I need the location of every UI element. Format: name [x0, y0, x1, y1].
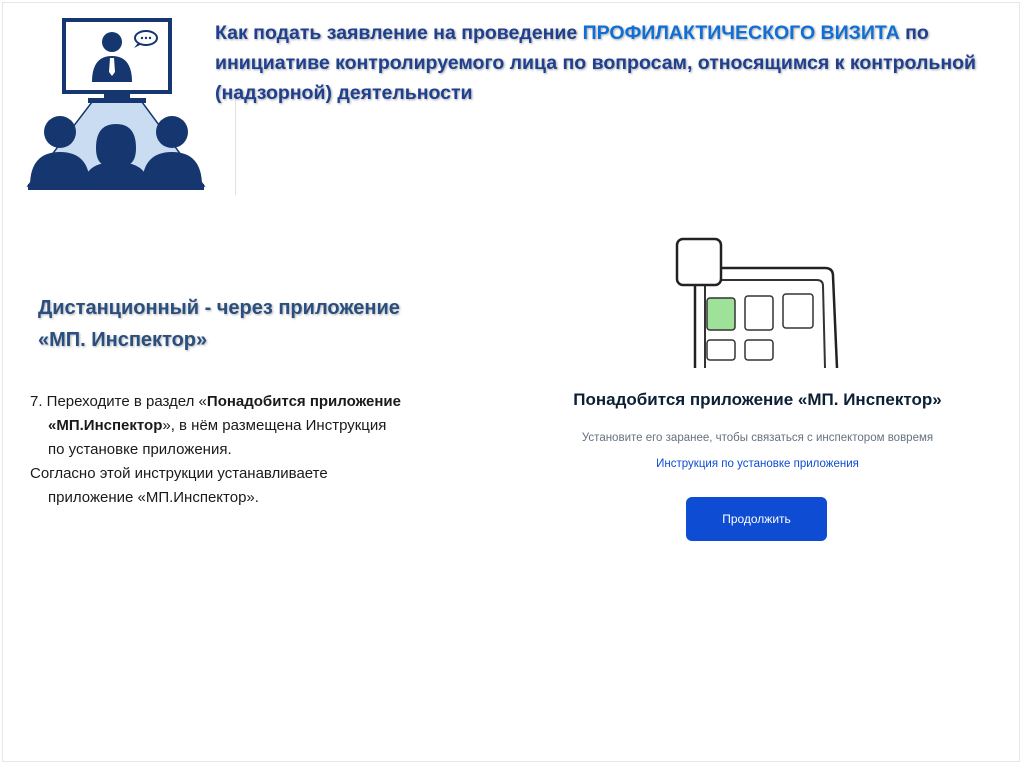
video-conference-icon — [26, 18, 206, 190]
method-heading-line1: Дистанционный - через приложение — [38, 297, 400, 319]
instruction-step: 7. Переходите в раздел «Понадобится прил… — [30, 390, 500, 414]
page-title: Как подать заявление на проведение ПРОФИ… — [215, 18, 1005, 108]
instruction-step-cont: «МП.Инспектор», в нём размещена Инструкц… — [30, 414, 500, 438]
step-prefix: 7. Переходите в раздел « — [30, 393, 207, 410]
app-screen-subtitle: Установите его заранее, чтобы связаться … — [581, 432, 934, 444]
phone-app-icon — [675, 237, 839, 369]
app-screen-title: Понадобится приложение «МП. Инспектор» — [573, 390, 942, 409]
step-bold2: «МП.Инспектор — [48, 417, 163, 434]
title-part1: Как подать заявление на проведение — [215, 22, 583, 44]
method-heading-line2: «МП. Инспектор» — [38, 329, 208, 351]
step-bold1: Понадобится приложение — [206, 393, 401, 410]
continue-button[interactable]: Продолжить — [686, 497, 827, 541]
instructions-text: 7. Переходите в раздел «Понадобится прил… — [30, 390, 500, 510]
title-divider — [235, 95, 236, 195]
step-suffix1: », в нём размещена Инструкция — [162, 417, 387, 434]
install-instructions-link[interactable]: Инструкция по установке приложения — [520, 458, 995, 470]
instruction-line2b: приложение «МП.Инспектор». — [48, 489, 259, 506]
title-accent: ПРОФИЛАКТИЧЕСКОГО ВИЗИТА — [582, 22, 900, 44]
instruction-line2a: Согласно этой инструкции устанавливаете — [30, 465, 328, 482]
instruction-step-end: по установке приложения. — [48, 441, 232, 458]
method-heading: Дистанционный - через приложение «МП. Ин… — [38, 292, 478, 356]
